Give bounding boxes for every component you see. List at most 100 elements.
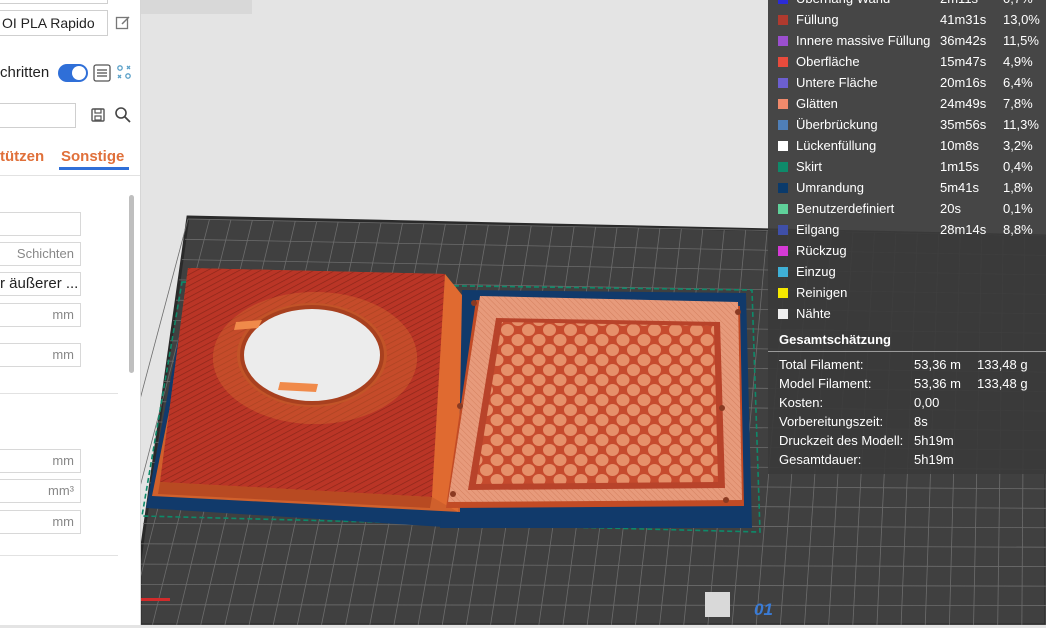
filament-select[interactable]: OI PLA Rapido	[0, 10, 108, 36]
feature-row: Glätten 24m49s 7,8%	[768, 93, 1046, 114]
summary-label: Vorbereitungszeit:	[779, 414, 884, 429]
feature-name: Lückenfüllung	[796, 138, 877, 153]
feature-time: 36m42s	[940, 33, 987, 48]
printer-select[interactable]	[0, 0, 108, 4]
legend-swatch	[778, 120, 788, 130]
legend-swatch	[778, 288, 788, 298]
settings-panel: OI PLA Rapido chritten tützen Sonstige S…	[0, 0, 141, 625]
tab-divider	[0, 175, 140, 176]
feature-time: 5m41s	[940, 180, 980, 195]
feature-time: 2m11s	[940, 0, 978, 9]
feature-time: 10m8s	[940, 138, 980, 153]
feature-name: Füllung	[796, 12, 839, 27]
feature-percent: 11,3%	[1003, 117, 1039, 132]
setting-field-mm-3[interactable]: mm	[0, 449, 81, 473]
feature-name: Nähte	[796, 306, 831, 321]
advanced-toggle[interactable]	[58, 64, 88, 82]
setting-field-mm-1[interactable]: mm	[0, 303, 81, 327]
feature-row: Skirt 1m15s 0,4%	[768, 156, 1046, 177]
setting-field-mm3[interactable]: mm³	[0, 479, 81, 503]
feature-name: Oberfläche	[796, 54, 860, 69]
legend-swatch	[778, 309, 788, 319]
feature-row: Umrandung 5m41s 1,8%	[768, 177, 1046, 198]
feature-name: Eilgang	[796, 222, 840, 237]
summary-row: Vorbereitungszeit: 8s	[768, 412, 1046, 431]
feature-percent: 3,2%	[1003, 138, 1033, 153]
compare-settings-icon[interactable]	[116, 64, 132, 84]
feature-row: Lückenfüllung 10m8s 3,2%	[768, 135, 1046, 156]
feature-time: 35m56s	[940, 117, 987, 132]
search-icon[interactable]	[114, 106, 132, 128]
legend-swatch	[778, 204, 788, 214]
toggle-label: chritten	[0, 64, 50, 81]
feature-percent: 13,0%	[1003, 12, 1040, 27]
feature-name: Reinigen	[796, 285, 848, 300]
settings-search-input[interactable]	[0, 103, 76, 128]
feature-time: 20m16s	[940, 75, 987, 90]
summary-label: Gesamtdauer:	[779, 452, 862, 467]
feature-row: Innere massive Füllung 36m42s 11,5%	[768, 30, 1046, 51]
feature-row: Untere Fläche 20m16s 6,4%	[768, 72, 1046, 93]
feature-name: Umrandung	[796, 180, 864, 195]
legend-swatch	[778, 57, 788, 67]
active-tab-indicator	[59, 167, 129, 170]
summary-row: Model Filament: 53,36 m 133,48 g	[768, 374, 1046, 393]
summary-value: 5h19m	[914, 452, 954, 467]
summary-row: Druckzeit des Modell: 5h19m	[768, 431, 1046, 450]
feature-row: Überhang Wand 2m11s 0,7%	[768, 0, 1046, 9]
summary-label: Kosten:	[779, 395, 824, 410]
summary-divider	[768, 351, 1046, 352]
edit-filament-icon[interactable]	[115, 15, 131, 35]
feature-time: 41m31s	[940, 12, 987, 27]
summary-title: Gesamtschätzung	[779, 332, 891, 347]
panel-scrollbar[interactable]	[129, 195, 134, 373]
feature-row: Oberfläche 15m47s 4,9%	[768, 51, 1046, 72]
setting-field-1[interactable]	[0, 212, 81, 236]
setting-field-layers[interactable]: Schichten	[0, 242, 81, 266]
tab-support[interactable]: tützen	[0, 148, 44, 165]
summary-value: 8s	[914, 414, 928, 429]
section-divider-1	[0, 393, 118, 394]
legend-swatch	[778, 15, 788, 25]
filament-name: OI PLA Rapido	[2, 15, 95, 31]
legend-swatch	[778, 78, 788, 88]
feature-name: Benutzerdefiniert	[796, 201, 895, 216]
feature-row: Füllung 41m31s 13,0%	[768, 9, 1046, 30]
list-view-icon[interactable]	[93, 64, 111, 86]
feature-time: 24m49s	[940, 96, 987, 111]
feature-percent: 0,4%	[1003, 159, 1033, 174]
feature-row: Eilgang 28m14s 8,8%	[768, 219, 1046, 240]
feature-name: Überbrückung	[796, 117, 878, 132]
feature-time: 1m15s	[940, 159, 980, 174]
legend-swatch	[778, 36, 788, 46]
plate-number[interactable]: 01	[754, 600, 773, 620]
feature-percent: 1,8%	[1003, 180, 1033, 195]
feature-percent: 11,5%	[1003, 33, 1039, 48]
toolbar-strip	[140, 0, 252, 14]
summary-row: Total Filament: 53,36 m 133,48 g	[768, 355, 1046, 374]
tab-others[interactable]: Sonstige	[61, 148, 124, 165]
feature-name: Untere Fläche	[796, 75, 878, 90]
summary-value: 53,36 m	[914, 357, 961, 372]
model-enclosure	[152, 268, 462, 512]
summary-value-weight: 133,48 g	[977, 357, 1028, 372]
setting-field-mm-4[interactable]: mm	[0, 510, 81, 534]
feature-row: Benutzerdefiniert 20s 0,1%	[768, 198, 1046, 219]
legend-swatch	[778, 267, 788, 277]
legend-swatch	[778, 141, 788, 151]
setting-select-wall[interactable]: r äußerer ...	[0, 272, 81, 296]
legend-swatch	[778, 162, 788, 172]
section-divider-2	[0, 555, 118, 556]
feature-time: 28m14s	[940, 222, 987, 237]
summary-value-weight: 133,48 g	[977, 376, 1028, 391]
summary-value: 5h19m	[914, 433, 954, 448]
feature-name: Überhang Wand	[796, 0, 890, 9]
feature-row: Einzug	[768, 261, 1046, 282]
feature-percent: 0,1%	[1003, 201, 1033, 216]
setting-field-mm-2[interactable]: mm	[0, 343, 81, 367]
feature-name: Glätten	[796, 96, 838, 111]
feature-row: Überbrückung 35m56s 11,3%	[768, 114, 1046, 135]
save-icon[interactable]	[90, 107, 106, 127]
legend-swatch	[778, 183, 788, 193]
feature-time: 20s	[940, 201, 961, 216]
